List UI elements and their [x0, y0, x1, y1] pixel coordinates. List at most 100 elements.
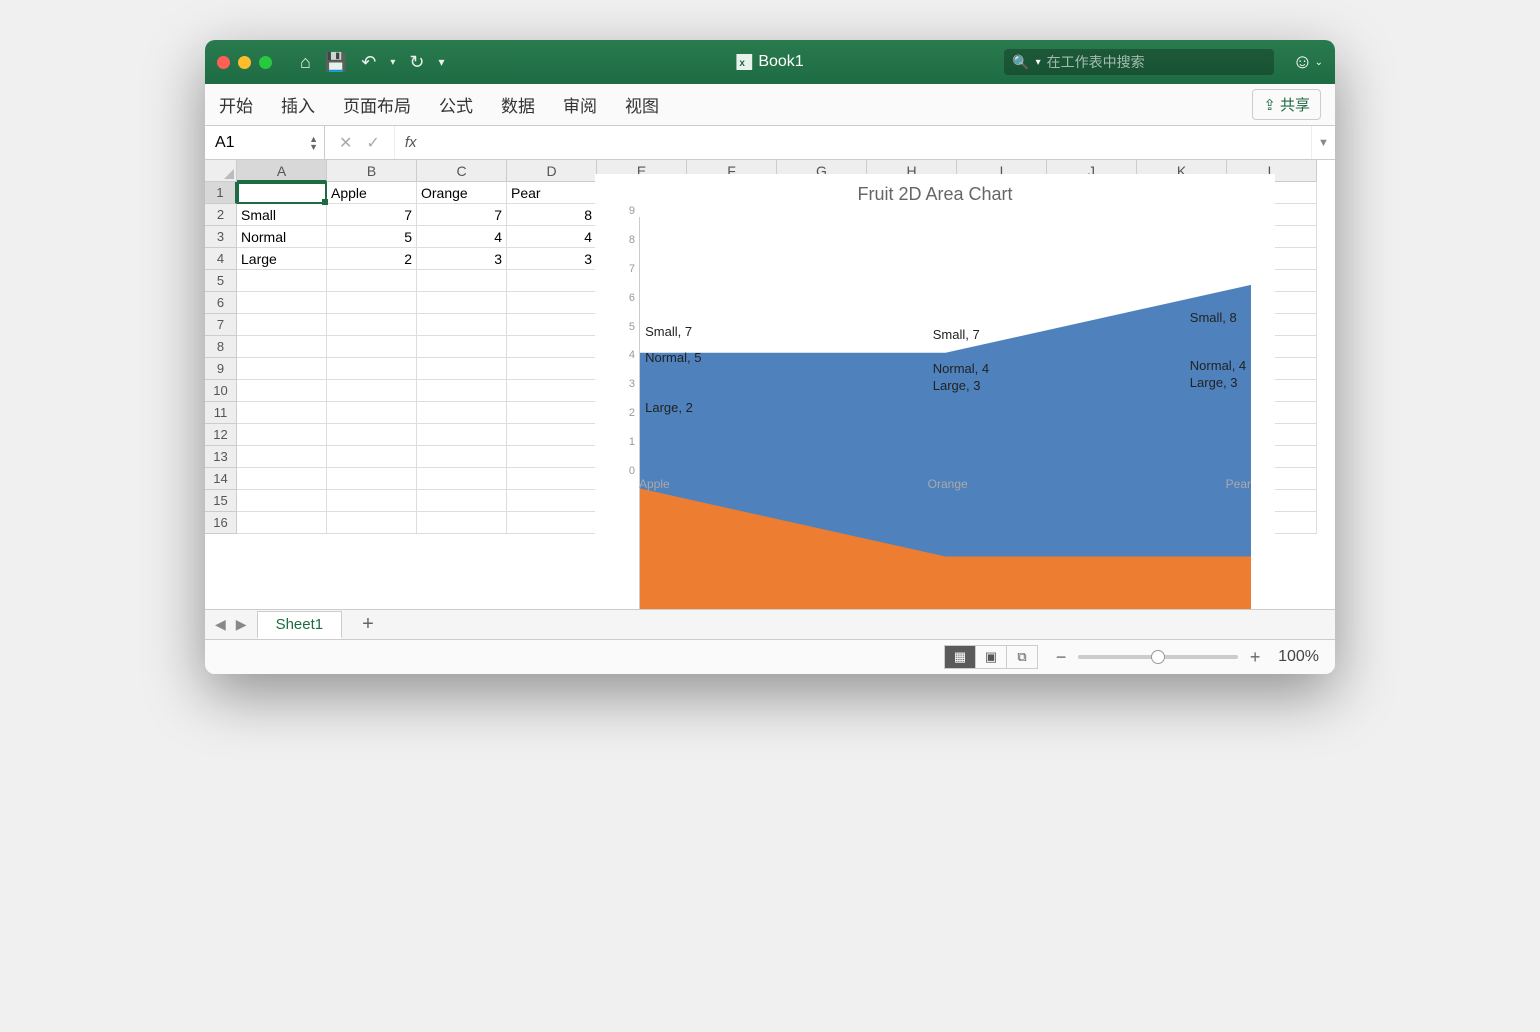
- view-normal-button[interactable]: ▦: [944, 645, 976, 669]
- name-box-spinner[interactable]: ▲▼: [309, 135, 318, 151]
- cell[interactable]: Normal: [237, 226, 327, 248]
- zoom-in-button[interactable]: +: [1246, 647, 1264, 668]
- share-button[interactable]: ⇪ 共享: [1252, 89, 1321, 120]
- zoom-percent[interactable]: 100%: [1278, 648, 1319, 666]
- search-box[interactable]: 🔍 ▾: [1004, 49, 1274, 75]
- row-header[interactable]: 1: [205, 182, 237, 204]
- tab-formulas[interactable]: 公式: [439, 92, 473, 117]
- tab-data[interactable]: 数据: [501, 92, 535, 117]
- cell[interactable]: 7: [327, 204, 417, 226]
- cell[interactable]: [327, 314, 417, 336]
- row-header[interactable]: 10: [205, 380, 237, 402]
- cell[interactable]: [417, 512, 507, 534]
- zoom-slider[interactable]: [1078, 655, 1238, 659]
- formula-input[interactable]: [426, 126, 1311, 159]
- cell[interactable]: [327, 270, 417, 292]
- row-header[interactable]: 5: [205, 270, 237, 292]
- cell[interactable]: [417, 490, 507, 512]
- cancel-icon[interactable]: ✕: [339, 133, 352, 153]
- tab-view[interactable]: 视图: [625, 92, 659, 117]
- cell[interactable]: [237, 468, 327, 490]
- cell[interactable]: [327, 292, 417, 314]
- qat-customize-icon[interactable]: ▾: [439, 55, 445, 69]
- cell[interactable]: Pear: [507, 182, 597, 204]
- redo-icon[interactable]: ↻: [409, 52, 424, 73]
- cell[interactable]: Orange: [417, 182, 507, 204]
- cell[interactable]: 2: [327, 248, 417, 270]
- tab-page-layout[interactable]: 页面布局: [343, 92, 411, 117]
- tab-insert[interactable]: 插入: [281, 92, 315, 117]
- undo-dropdown-icon[interactable]: ▾: [390, 57, 395, 68]
- cell[interactable]: [327, 380, 417, 402]
- column-header[interactable]: A: [237, 160, 327, 182]
- cell[interactable]: 4: [417, 226, 507, 248]
- row-header[interactable]: 3: [205, 226, 237, 248]
- cell[interactable]: [237, 380, 327, 402]
- tab-home[interactable]: 开始: [219, 92, 253, 117]
- cell[interactable]: [417, 468, 507, 490]
- formula-expand-icon[interactable]: ▼: [1311, 126, 1335, 159]
- grid-area[interactable]: ABCDEFGHIJKL 12345678910111213141516 App…: [205, 160, 1335, 610]
- cell[interactable]: [417, 270, 507, 292]
- cell[interactable]: [507, 490, 597, 512]
- cell[interactable]: [237, 446, 327, 468]
- cell[interactable]: [417, 380, 507, 402]
- cell[interactable]: 3: [417, 248, 507, 270]
- row-header[interactable]: 6: [205, 292, 237, 314]
- name-box[interactable]: A1 ▲▼: [205, 126, 325, 159]
- sheet-nav-next[interactable]: ▶: [236, 616, 247, 633]
- row-header[interactable]: 16: [205, 512, 237, 534]
- view-page-layout-button[interactable]: ▣: [975, 645, 1007, 669]
- cell[interactable]: [237, 512, 327, 534]
- column-header[interactable]: C: [417, 160, 507, 182]
- cell[interactable]: [507, 358, 597, 380]
- view-page-break-button[interactable]: ⧉: [1006, 645, 1038, 669]
- cell[interactable]: [237, 490, 327, 512]
- row-header[interactable]: 7: [205, 314, 237, 336]
- cell[interactable]: [417, 358, 507, 380]
- cell[interactable]: [417, 402, 507, 424]
- row-header[interactable]: 13: [205, 446, 237, 468]
- cell[interactable]: [417, 446, 507, 468]
- cell[interactable]: [507, 424, 597, 446]
- row-header[interactable]: 11: [205, 402, 237, 424]
- add-sheet-button[interactable]: +: [352, 613, 384, 636]
- cell[interactable]: 5: [327, 226, 417, 248]
- cell[interactable]: [237, 424, 327, 446]
- feedback-button[interactable]: ☺ ⌄: [1292, 51, 1323, 74]
- cell[interactable]: [507, 336, 597, 358]
- cell[interactable]: [237, 358, 327, 380]
- cell[interactable]: [327, 468, 417, 490]
- row-header[interactable]: 9: [205, 358, 237, 380]
- cell[interactable]: [507, 270, 597, 292]
- cell[interactable]: [417, 336, 507, 358]
- cell[interactable]: 3: [507, 248, 597, 270]
- minimize-button[interactable]: [238, 56, 251, 69]
- cell[interactable]: [237, 314, 327, 336]
- chart-object[interactable]: Fruit 2D Area Chart 0123456789 AppleOran…: [595, 174, 1275, 554]
- accept-icon[interactable]: ✓: [366, 133, 379, 153]
- cell[interactable]: [507, 292, 597, 314]
- cell[interactable]: [327, 512, 417, 534]
- row-header[interactable]: 4: [205, 248, 237, 270]
- save-icon[interactable]: 💾: [325, 52, 347, 73]
- cell[interactable]: [507, 512, 597, 534]
- row-header[interactable]: 8: [205, 336, 237, 358]
- cell[interactable]: [417, 424, 507, 446]
- zoom-thumb[interactable]: [1151, 650, 1165, 664]
- sheet-tab-active[interactable]: Sheet1: [257, 611, 343, 639]
- home-icon[interactable]: ⌂: [300, 52, 311, 73]
- row-header[interactable]: 14: [205, 468, 237, 490]
- column-header[interactable]: D: [507, 160, 597, 182]
- cell[interactable]: [327, 490, 417, 512]
- cell[interactable]: 8: [507, 204, 597, 226]
- select-all-corner[interactable]: [205, 160, 237, 182]
- search-input[interactable]: [1047, 54, 1267, 70]
- cell[interactable]: Large: [237, 248, 327, 270]
- cell[interactable]: Apple: [327, 182, 417, 204]
- row-header[interactable]: 12: [205, 424, 237, 446]
- cell[interactable]: [237, 292, 327, 314]
- cell[interactable]: Small: [237, 204, 327, 226]
- zoom-out-button[interactable]: −: [1052, 647, 1070, 668]
- cell[interactable]: [327, 424, 417, 446]
